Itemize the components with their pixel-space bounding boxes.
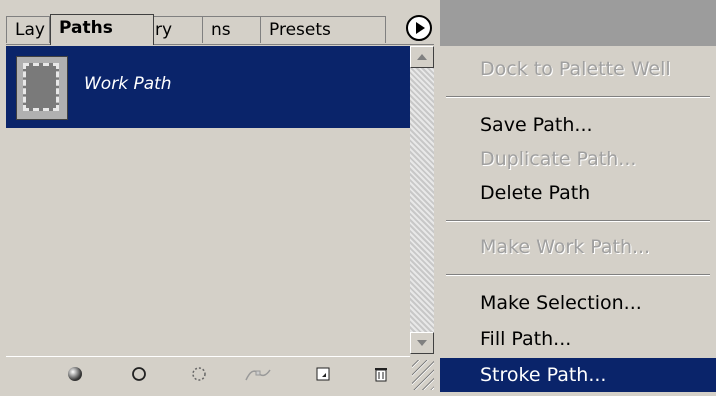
- menu-item-duplicate-path[interactable]: Duplicate Path...: [440, 142, 716, 176]
- fill-path-icon[interactable]: [66, 365, 84, 383]
- path-thumbnail: [16, 56, 68, 120]
- tab-actions[interactable]: ns: [202, 16, 262, 43]
- menu-item-stroke-path[interactable]: Stroke Path...: [440, 358, 716, 392]
- trash-icon[interactable]: [372, 365, 390, 383]
- menu-item-dock-to-palette-well[interactable]: Dock to Palette Well: [440, 52, 716, 86]
- menu-item-make-work-path[interactable]: Make Work Path...: [440, 230, 716, 264]
- resize-grip[interactable]: [412, 360, 434, 390]
- make-work-path-icon[interactable]: [244, 365, 272, 383]
- tab-actions-label: ns: [211, 20, 231, 40]
- menu-separator: [446, 220, 710, 222]
- tab-paths[interactable]: Paths: [50, 14, 154, 45]
- tab-presets[interactable]: Presets: [260, 16, 386, 43]
- menu-separator: [446, 96, 710, 98]
- menu-item-fill-path[interactable]: Fill Path...: [440, 322, 716, 356]
- path-name: Work Path: [84, 74, 172, 94]
- menu-item-make-selection[interactable]: Make Selection...: [440, 286, 716, 320]
- menu-separator: [446, 274, 710, 276]
- load-selection-icon[interactable]: [190, 365, 208, 383]
- vertical-scrollbar[interactable]: [410, 46, 434, 354]
- new-path-icon[interactable]: [314, 365, 332, 383]
- menu-item-delete-path[interactable]: Delete Path: [440, 176, 716, 210]
- tab-layers[interactable]: Lay: [6, 16, 50, 43]
- palette-tab-strip: Lay Paths ry ns Presets: [6, 14, 434, 45]
- menu-header-bar: [440, 0, 716, 46]
- tab-presets-label: Presets: [269, 20, 331, 40]
- scroll-down-button[interactable]: [410, 332, 434, 354]
- tab-layers-label: Lay: [15, 20, 45, 40]
- palette-menu-button[interactable]: [406, 15, 432, 41]
- paths-list: Work Path: [6, 46, 410, 354]
- palette-bottom-toolbar: [6, 356, 410, 391]
- path-row-work-path[interactable]: Work Path: [6, 46, 410, 128]
- tab-history-label: ry: [155, 20, 173, 40]
- paths-palette: Lay Paths ry ns Presets Work Path: [0, 0, 440, 396]
- tab-paths-label: Paths: [59, 18, 113, 38]
- tab-history[interactable]: ry: [146, 16, 206, 43]
- menu-item-save-path[interactable]: Save Path...: [440, 108, 716, 142]
- scroll-up-button[interactable]: [410, 46, 434, 68]
- stroke-path-icon[interactable]: [130, 365, 148, 383]
- palette-flyout-menu: Dock to Palette Well Save Path... Duplic…: [440, 0, 716, 396]
